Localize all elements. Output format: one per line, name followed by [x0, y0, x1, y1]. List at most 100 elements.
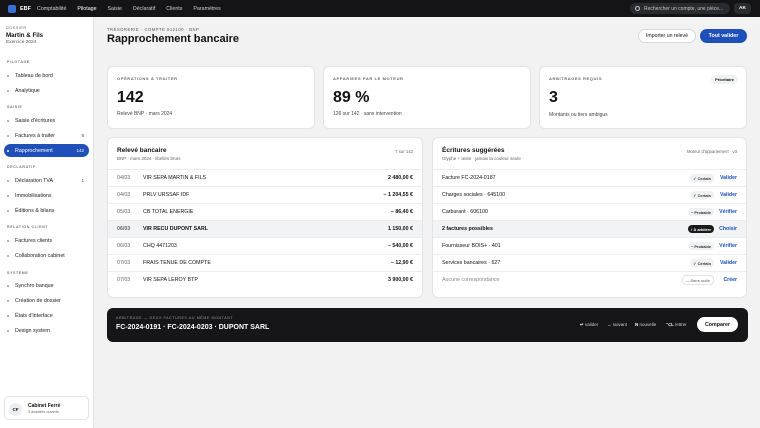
dossier-label: DOSSIER	[6, 26, 27, 30]
section-relation-client: RELATION CLIENT	[7, 225, 49, 229]
table-row[interactable]: 07/03 FRAIS TENUE DE COMPTE − 12,90 €	[108, 254, 422, 271]
sidebar-item-design-system[interactable]: Design system	[4, 324, 89, 337]
sidebar-item-rapprochement[interactable]: Rapprochement 142	[4, 144, 89, 157]
creer-button[interactable]: Créer	[723, 277, 737, 283]
sidebar-item-factures-clients[interactable]: Factures clients	[4, 234, 89, 247]
arbitrage-label: ARBITRAGE — DEUX FACTURES AU MÊME MONTAN…	[116, 316, 234, 320]
table-row[interactable]: 06/03 CHQ 4471203 − 540,00 €	[108, 237, 422, 254]
dossier-name[interactable]: Martin & Fils	[6, 32, 43, 39]
section-pilotage: PILOTAGE	[7, 60, 30, 64]
kpi-card-operations: OPÉRATIONS À TRAITER 142 Relevé BNP · ma…	[107, 66, 315, 129]
nav-parametres[interactable]: Paramètres	[193, 6, 220, 12]
cabinet-avatar: CF	[9, 403, 22, 416]
row-date: 07/03	[117, 260, 131, 266]
table-row-selected[interactable]: 06/03 VIR RECU DUPONT SARL 1 150,00 €	[108, 220, 422, 237]
suggestion-label: Services bancaires · 627	[442, 260, 501, 266]
row-amount: 3 900,00 €	[387, 277, 413, 283]
sidebar-item-label: États d'interface	[15, 312, 53, 319]
sidebar-item-immobilisations[interactable]: Immobilisations	[4, 189, 89, 202]
row-amount: − 1 204,55 €	[383, 192, 413, 198]
table-row[interactable]: 07/03 VIR SEPA LEROY BTP 3 900,00 €	[108, 271, 422, 288]
row-date: 06/03	[117, 226, 131, 232]
compare-button[interactable]: Comparer	[697, 317, 738, 332]
validate-all-button[interactable]: Tout valider	[700, 29, 747, 43]
bullet-icon	[7, 209, 9, 212]
cabinet-switcher[interactable]: CF Cabinet Ferré 3 dossiers ouverts	[4, 396, 89, 420]
shortcut-label: lettrer	[675, 322, 687, 327]
bullet-icon	[7, 134, 9, 137]
list-item-selected: 2 factures possibles ! À arbitrer Choisir	[433, 220, 746, 237]
sidebar: DOSSIER Martin & Fils Exercice 2024 PILO…	[0, 17, 94, 428]
bullet-icon	[7, 119, 9, 122]
kpi-value: 3	[549, 89, 558, 106]
sidebar-item-factures-a-traiter[interactable]: Factures à traiter 8	[4, 129, 89, 142]
list-item: Charges sociales · 645100 ✓ Certain Valide…	[433, 186, 746, 203]
bullet-icon	[7, 89, 9, 92]
verifier-button[interactable]: Vérifier	[719, 209, 737, 215]
nav-pilotage[interactable]: Pilotage	[77, 6, 96, 12]
confidence-badge: ✓ Certain	[690, 191, 714, 199]
confidence-badge: ~ Probable	[687, 242, 714, 250]
valider-button[interactable]: Valider	[720, 260, 737, 266]
suggestions-subtitle: Glyphe + texte · jamais la couleur seule	[442, 156, 521, 161]
cabinet-subtitle: 3 dossiers ouverts	[28, 410, 59, 414]
sidebar-item-label: Rapprochement	[15, 147, 53, 154]
sidebar-item-etats-interface[interactable]: États d'interface	[4, 309, 89, 322]
sidebar-item-label: Saisie d'écritures	[15, 117, 56, 124]
exercice-label: Exercice 2024	[6, 40, 37, 45]
bullet-icon	[7, 74, 9, 77]
sidebar-item-label: Création de dossier	[15, 297, 61, 304]
breadcrumb: TRÉSORERIE · COMPTE 512100 · BNP	[107, 27, 200, 32]
nav-clients[interactable]: Clients	[166, 6, 182, 12]
kpi-label: OPÉRATIONS À TRAITER	[117, 76, 178, 81]
bullet-icon	[7, 254, 9, 257]
sidebar-item-editions-bilans[interactable]: Éditions & bilans	[4, 204, 89, 217]
sidebar-item-label: Factures à traiter	[15, 132, 56, 139]
verifier-button[interactable]: Vérifier	[719, 243, 737, 249]
sidebar-item-synchro-banque[interactable]: Synchro banque	[4, 279, 89, 292]
shortcut-lettrer: ⌥L lettrer	[666, 322, 687, 328]
bullet-icon	[7, 149, 9, 152]
table-row[interactable]: 05/03 CB TOTAL ENERGIE − 86,40 €	[108, 203, 422, 220]
search-input[interactable]: Rechercher un compte, une pièce...	[630, 3, 730, 14]
nav-comptabilite[interactable]: Comptabilité	[37, 6, 66, 12]
valider-button[interactable]: Valider	[720, 192, 737, 198]
row-label: PRLV URSSAF IDF	[143, 192, 190, 198]
nav-saisie[interactable]: Saisie	[108, 6, 122, 12]
shortcut-label: valider	[585, 322, 599, 327]
suggestion-label: 2 factures possibles	[442, 226, 493, 232]
import-statement-button[interactable]: Importer un relevé	[638, 29, 696, 43]
kpi-subtitle: Relevé BNP · mars 2024	[117, 111, 173, 117]
table-row[interactable]: 04/03 VIR SEPA MARTIN & FILS 2 480,00 €	[108, 169, 422, 186]
suggestion-label: Charges sociales · 645100	[442, 192, 506, 198]
sidebar-item-analytique[interactable]: Analytique	[4, 84, 89, 97]
user-avatar[interactable]: AK	[734, 3, 751, 14]
row-date: 04/03	[117, 175, 131, 181]
row-amount: 1 150,00 €	[387, 226, 413, 232]
confidence-badge: — Sans suite	[681, 275, 714, 285]
bullet-icon	[7, 179, 9, 182]
table-row[interactable]: 04/03 PRLV URSSAF IDF − 1 204,55 €	[108, 186, 422, 203]
return-key-icon: ↵	[580, 322, 584, 327]
choisir-button[interactable]: Choisir	[719, 226, 737, 232]
sidebar-item-label: Immobilisations	[15, 192, 52, 199]
sidebar-item-creation-dossier[interactable]: Création de dossier	[4, 294, 89, 307]
search-placeholder: Rechercher un compte, une pièce...	[644, 5, 724, 12]
suggestions-panel: Écritures suggérées Glyphe + texte · jam…	[432, 137, 747, 298]
releve-panel: Relevé bancaire BNP · mars 2024 · libell…	[107, 137, 423, 298]
sidebar-item-tableau-de-bord[interactable]: Tableau de bord	[4, 69, 89, 82]
arbitrage-title: FC-2024-0191 · FC-2024-0203 · DUPONT SAR…	[116, 324, 270, 331]
row-label: VIR RECU DUPONT SARL	[143, 226, 209, 232]
bullet-icon	[7, 329, 9, 332]
sidebar-item-collaboration-cabinet[interactable]: Collaboration cabinet	[4, 249, 89, 262]
sidebar-item-saisie-ecritures[interactable]: Saisie d'écritures	[4, 114, 89, 127]
bullet-icon	[7, 299, 9, 302]
row-date: 07/03	[117, 277, 131, 283]
sidebar-item-label: Collaboration cabinet	[15, 252, 65, 259]
nav-declaratif[interactable]: Déclaratif	[133, 6, 155, 12]
section-systeme: SYSTÈME	[7, 271, 29, 275]
sidebar-item-declaration-tva[interactable]: Déclaration TVA 1	[4, 174, 89, 187]
suggestion-label: Facture FC-2024-0187	[442, 175, 496, 181]
row-date: 06/03	[117, 243, 131, 249]
valider-button[interactable]: Valider	[720, 175, 737, 181]
